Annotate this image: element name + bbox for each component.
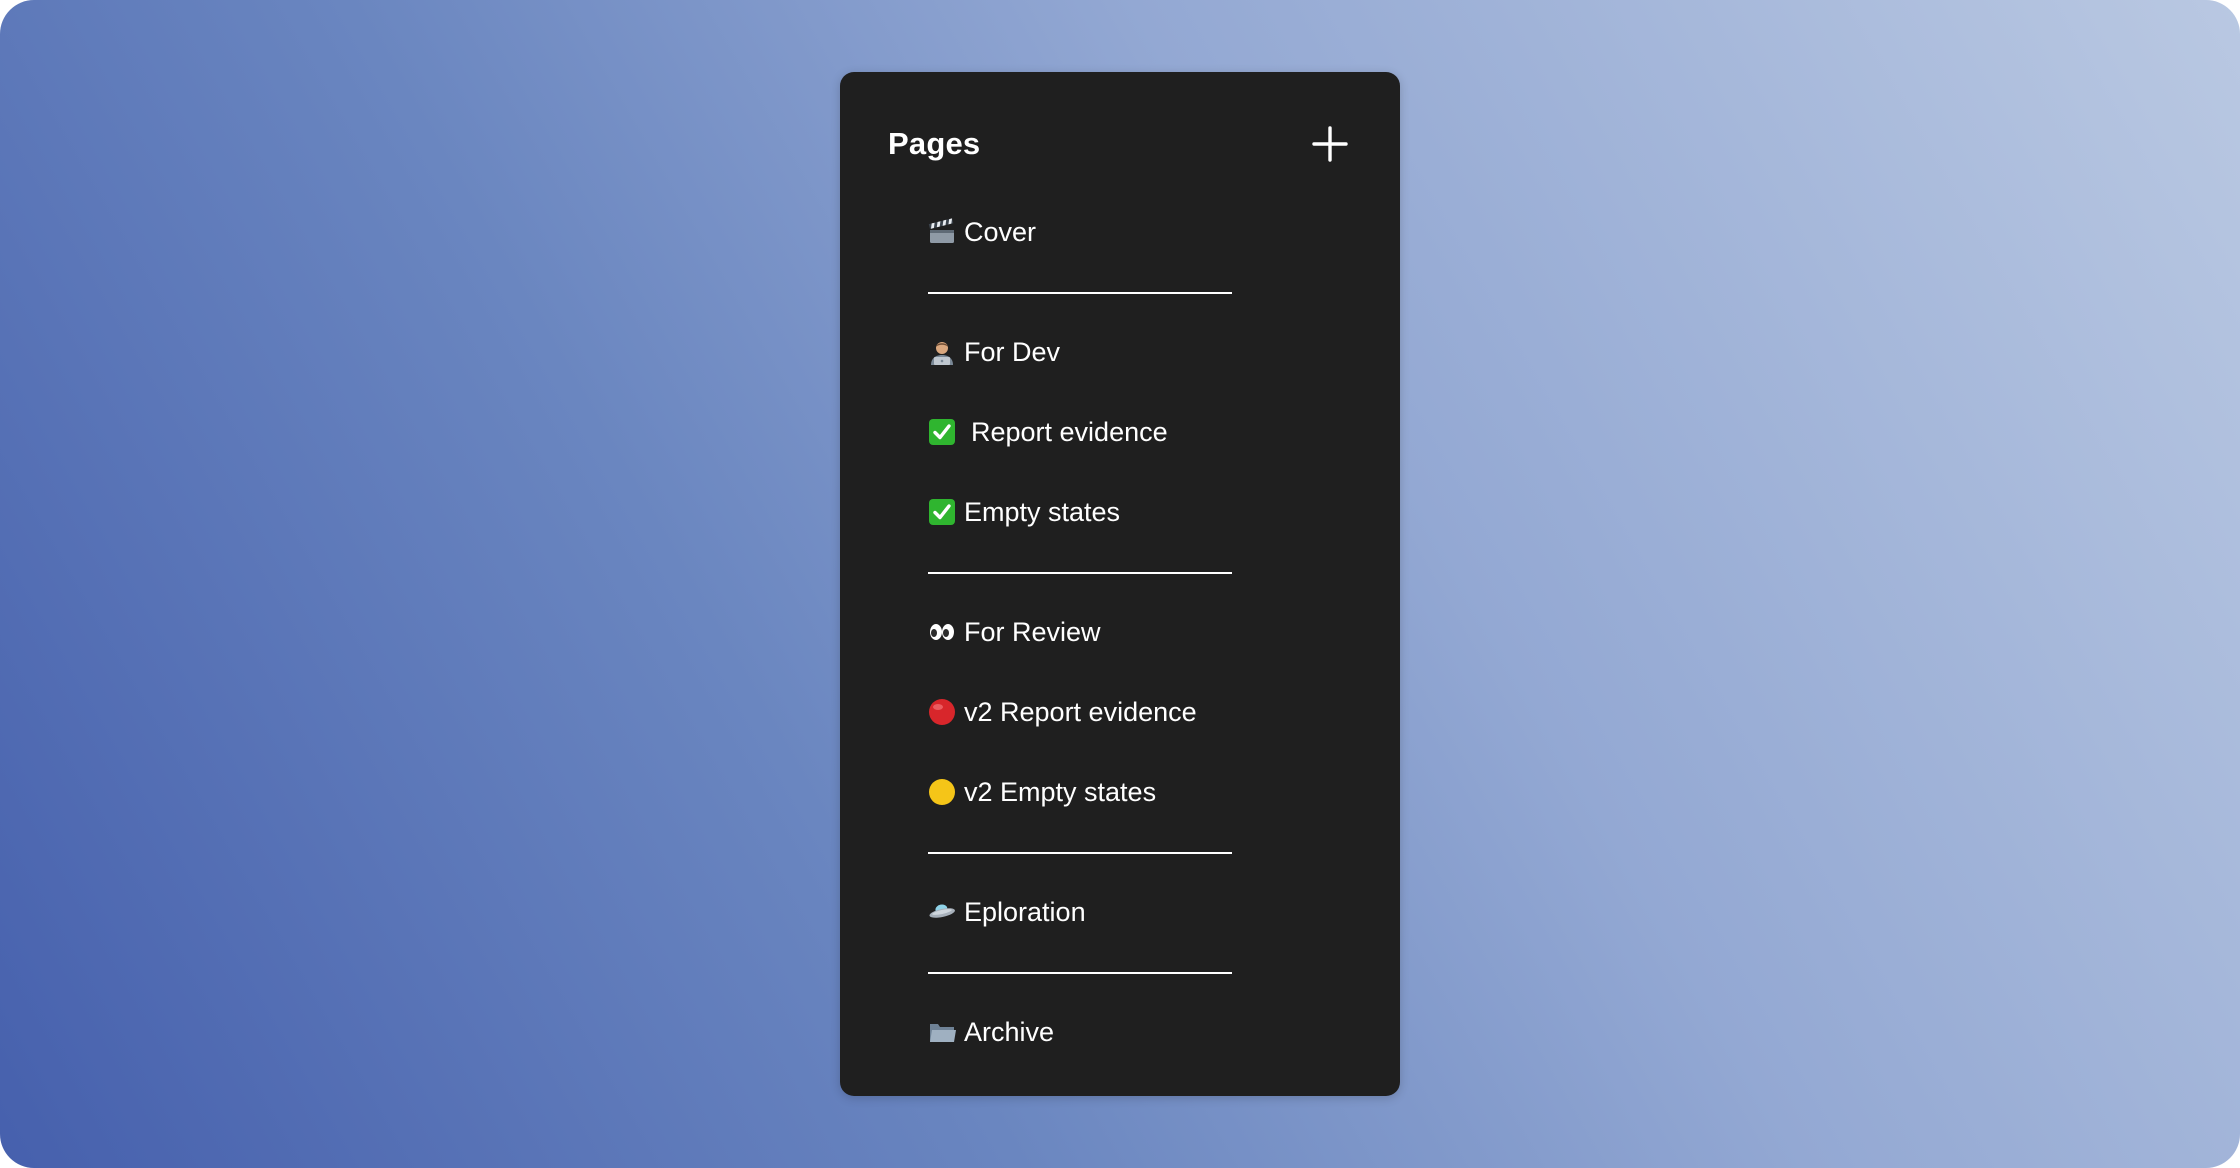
page-label: v2 Empty states bbox=[964, 776, 1157, 807]
page-list: Cover For Dev Report evidence Empty stat… bbox=[928, 192, 1232, 1072]
page-item-v2-report-evidence[interactable]: v2 Report evidence bbox=[928, 672, 1232, 752]
red-circle-icon bbox=[928, 698, 956, 726]
page-item-eploration[interactable]: Eploration bbox=[928, 872, 1232, 952]
page-item-v2-empty-states[interactable]: v2 Empty states bbox=[928, 752, 1232, 832]
section-divider bbox=[928, 952, 1232, 992]
page-item-archive[interactable]: Archive bbox=[928, 992, 1232, 1072]
page-item-report-evidence[interactable]: Report evidence bbox=[928, 392, 1232, 472]
pages-panel-header: Pages bbox=[888, 112, 1352, 176]
eyes-icon bbox=[928, 618, 956, 646]
page-label: Archive bbox=[964, 1016, 1055, 1047]
page-label: Empty states bbox=[964, 496, 1121, 527]
page-label: Eploration bbox=[964, 896, 1086, 927]
page-label: Report evidence bbox=[971, 416, 1168, 447]
section-divider bbox=[928, 272, 1232, 312]
page-item-for-dev[interactable]: For Dev bbox=[928, 312, 1232, 392]
page-label: Cover bbox=[964, 216, 1037, 247]
plus-icon bbox=[1312, 126, 1348, 162]
flying-saucer-icon bbox=[928, 898, 956, 926]
section-divider bbox=[928, 832, 1232, 872]
page-item-cover[interactable]: Cover bbox=[928, 192, 1232, 272]
yellow-circle-icon bbox=[928, 778, 956, 806]
page-label: For Review bbox=[964, 616, 1101, 647]
page-label: For Dev bbox=[964, 336, 1061, 367]
add-page-button[interactable] bbox=[1308, 122, 1352, 166]
clapperboard-icon bbox=[928, 218, 956, 246]
page-item-empty-states[interactable]: Empty states bbox=[928, 472, 1232, 552]
check-mark-button-icon bbox=[928, 498, 956, 526]
panel-title: Pages bbox=[888, 126, 981, 161]
background-frame: Pages Cover For Dev Report evidence Empt… bbox=[0, 0, 2240, 1168]
technologist-icon bbox=[928, 338, 956, 366]
pages-panel: Pages Cover For Dev Report evidence Empt… bbox=[840, 72, 1400, 1096]
check-mark-button-icon bbox=[928, 418, 956, 446]
page-item-for-review[interactable]: For Review bbox=[928, 592, 1232, 672]
section-divider bbox=[928, 552, 1232, 592]
page-label: v2 Report evidence bbox=[964, 696, 1197, 727]
folder-icon bbox=[928, 1018, 956, 1046]
